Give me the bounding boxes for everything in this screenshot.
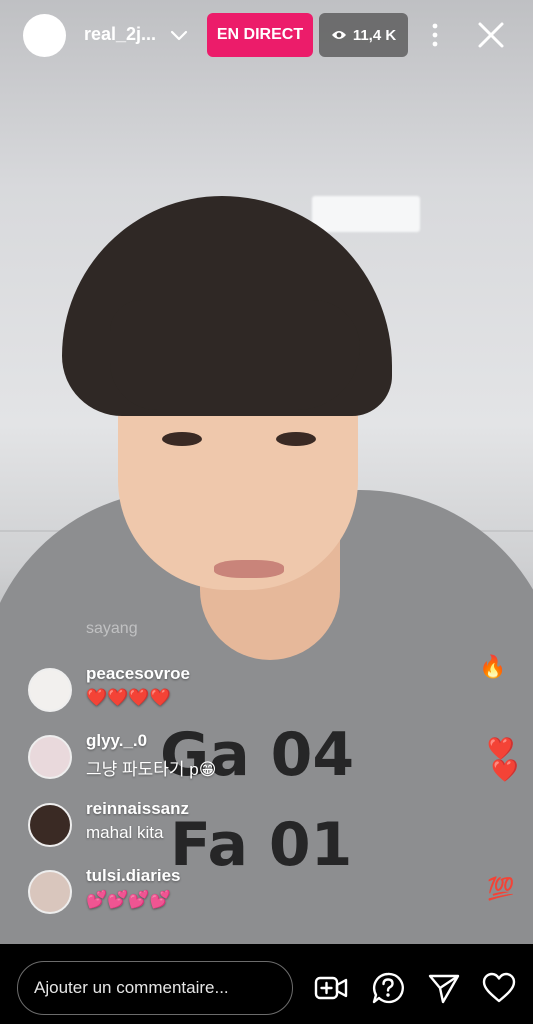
live-badge: EN DIRECT bbox=[207, 13, 313, 57]
comment-text: ❤️❤️❤️❤️ bbox=[86, 688, 171, 707]
comment-text: 그냥 파도타기 p😁 bbox=[86, 760, 217, 779]
commenter-avatar[interactable] bbox=[28, 870, 72, 914]
comment-text: 💕💕💕💕 bbox=[86, 890, 171, 909]
question-icon[interactable] bbox=[371, 971, 405, 1005]
commenter-username[interactable]: peacesovroe bbox=[86, 664, 190, 684]
host-avatar[interactable] bbox=[23, 14, 66, 57]
commenter-avatar[interactable] bbox=[28, 735, 72, 779]
comment-item[interactable]: peacesovroe ❤️❤️❤️❤️ bbox=[28, 664, 408, 726]
top-bar: real_2j... EN DIRECT 11,4 K bbox=[0, 0, 533, 72]
ceiling-light bbox=[312, 196, 420, 232]
chevron-down-icon[interactable] bbox=[170, 26, 188, 44]
heart-reaction: ❤️ bbox=[491, 758, 519, 783]
hundred-reaction: 💯 bbox=[487, 876, 515, 901]
hair-fringe bbox=[110, 300, 360, 410]
comment-text: mahal kita bbox=[86, 823, 164, 842]
right-eye bbox=[276, 432, 316, 446]
more-options-icon[interactable] bbox=[424, 20, 446, 50]
comment-input[interactable] bbox=[17, 961, 293, 1015]
comment-item[interactable]: tulsi.diaries 💕💕💕💕 bbox=[28, 866, 408, 928]
heart-icon[interactable] bbox=[482, 971, 516, 1005]
left-eye bbox=[162, 432, 202, 446]
watermark-text: sayang bbox=[86, 620, 138, 637]
commenter-avatar[interactable] bbox=[28, 668, 72, 712]
commenter-avatar[interactable] bbox=[28, 803, 72, 847]
share-send-icon[interactable] bbox=[427, 971, 461, 1005]
viewer-count: 11,4 K bbox=[352, 26, 397, 44]
mouth bbox=[214, 560, 284, 578]
comment-item[interactable]: glyy._.0 그냥 파도타기 p😁 bbox=[28, 731, 408, 793]
comment-item[interactable]: reinnaissanz mahal kita bbox=[28, 799, 408, 861]
commenter-username[interactable]: tulsi.diaries bbox=[86, 866, 180, 886]
viewer-count-badge[interactable]: 11,4 K bbox=[319, 13, 408, 57]
bottom-bar bbox=[0, 944, 533, 1024]
close-icon[interactable] bbox=[474, 18, 508, 52]
add-video-icon[interactable] bbox=[314, 971, 348, 1005]
eye-icon bbox=[331, 31, 346, 39]
heart-reaction: ❤️ bbox=[487, 736, 515, 761]
commenter-username[interactable]: glyy._.0 bbox=[86, 731, 147, 751]
commenter-username[interactable]: reinnaissanz bbox=[86, 799, 189, 819]
fire-reaction: 🔥 bbox=[479, 654, 507, 679]
host-username[interactable]: real_2j... bbox=[84, 24, 156, 45]
